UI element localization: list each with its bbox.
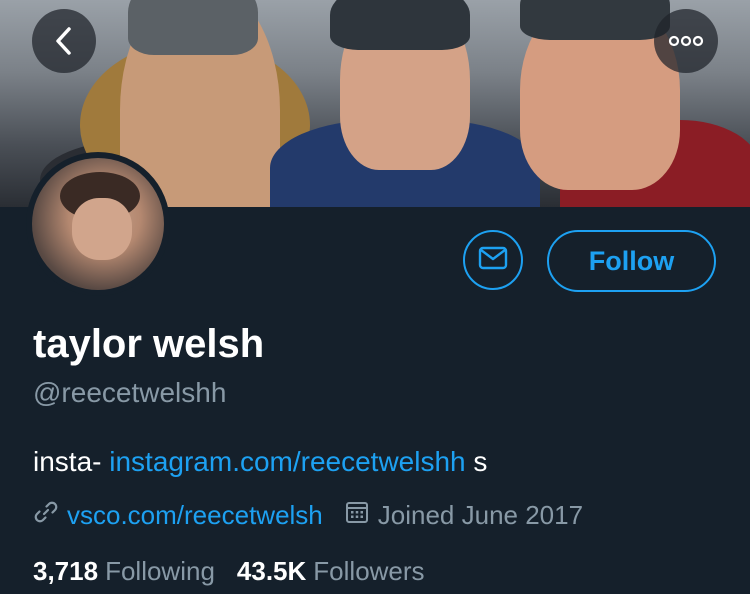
joined-date: Joined June 2017	[377, 499, 584, 530]
profile-bio: insta- instagram.com/reecetwelshh s	[33, 445, 487, 479]
message-button[interactable]	[463, 230, 523, 290]
profile-stats: 3,718 Following 43.5K Followers	[33, 554, 447, 588]
profile-handle: @reecetwelshh	[33, 377, 227, 408]
banner-figure	[330, 0, 470, 50]
followers-stat[interactable]: 43.5K Followers	[237, 556, 425, 587]
following-count: 3,718	[33, 555, 99, 586]
bio-link[interactable]: instagram.com/reecetwelshh	[109, 446, 465, 477]
profile-avatar[interactable]	[26, 152, 170, 296]
following-label: Following	[105, 555, 215, 586]
website-link[interactable]: vsco.com/reecetwelsh	[67, 500, 323, 531]
profile-meta: vsco.com/reecetwelsh Joined June 2017	[33, 498, 583, 532]
followers-label: Followers	[313, 555, 425, 586]
chevron-left-icon	[54, 26, 74, 56]
avatar-photo	[32, 158, 164, 290]
profile-name: taylor welsh	[33, 322, 265, 366]
envelope-icon	[478, 246, 508, 275]
followers-count: 43.5K	[236, 555, 307, 586]
bio-prefix: insta-	[33, 446, 110, 477]
back-button[interactable]	[32, 9, 96, 73]
follow-button-label: Follow	[588, 245, 675, 276]
banner-figure	[128, 0, 258, 55]
bio-suffix: s	[465, 446, 488, 477]
follow-button[interactable]: Follow	[547, 230, 716, 292]
calendar-icon	[345, 500, 369, 531]
link-icon	[33, 499, 59, 532]
avatar-photo	[72, 198, 132, 260]
more-horizontal-icon	[668, 35, 704, 47]
banner-figure	[520, 0, 670, 40]
following-stat[interactable]: 3,718 Following	[33, 556, 215, 587]
more-options-button[interactable]	[654, 9, 718, 73]
